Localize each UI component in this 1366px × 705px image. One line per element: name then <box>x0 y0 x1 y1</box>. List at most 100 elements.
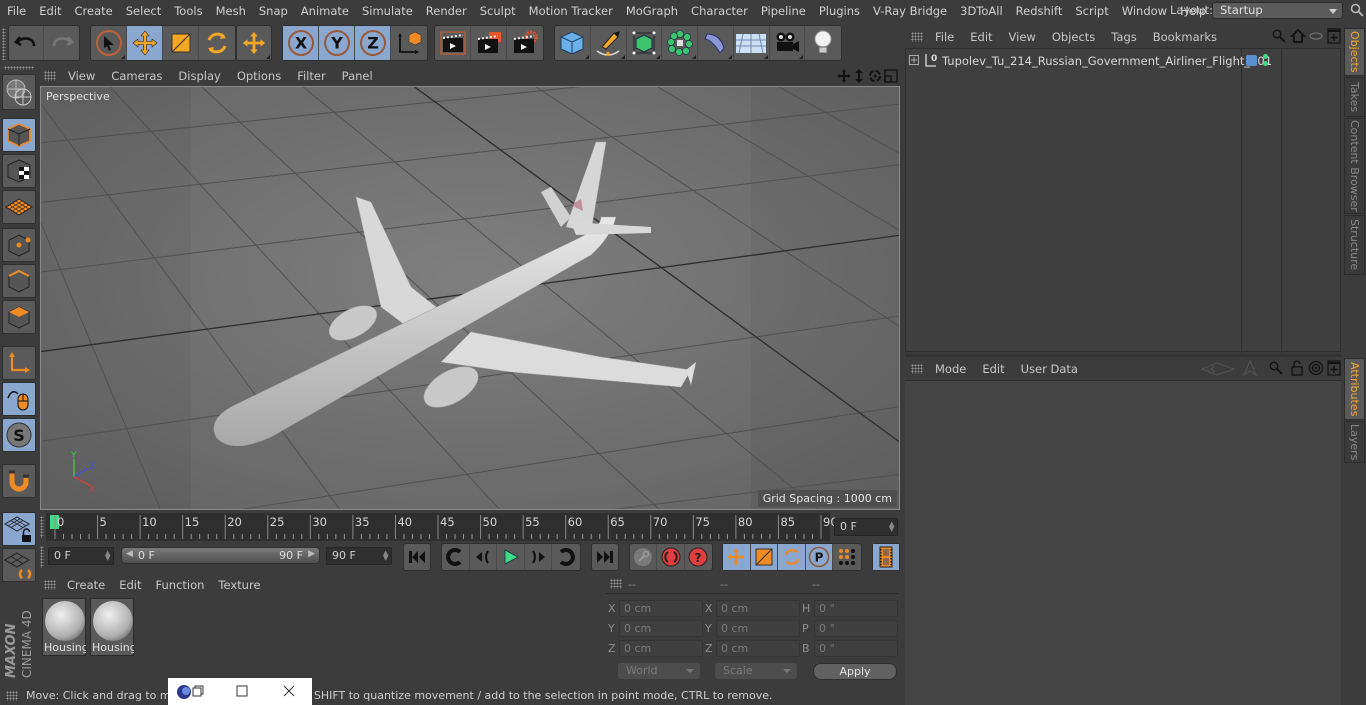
light-button[interactable] <box>805 26 841 60</box>
current-frame-field[interactable]: 0 F ▲ ▼ <box>834 518 898 536</box>
apply-button[interactable]: Apply <box>813 663 897 680</box>
menu-edit[interactable]: Edit <box>32 4 67 18</box>
size-x-field[interactable]: 0 cm <box>716 600 800 617</box>
material-menu-edit[interactable]: Edit <box>112 578 148 592</box>
tab-layers[interactable]: Layers <box>1344 421 1365 463</box>
tweak-mode-button[interactable] <box>2 382 36 416</box>
coordinate-system-button[interactable] <box>391 26 427 60</box>
start-frame-field[interactable]: 0 F ▲ ▼ <box>48 547 114 565</box>
tab-takes[interactable]: Takes <box>1344 77 1365 117</box>
pos-z-field[interactable]: 0 cm <box>619 640 703 657</box>
tab-attributes[interactable]: Attributes <box>1344 358 1365 420</box>
viewport-menu-options[interactable]: Options <box>229 69 289 83</box>
goto-end-button[interactable] <box>592 544 618 570</box>
render-visibility-dot[interactable] <box>1263 61 1268 66</box>
cloner-button[interactable] <box>662 26 698 60</box>
object-menu-view[interactable]: View <box>1001 30 1044 44</box>
search-icon[interactable] <box>1350 3 1364 17</box>
pen-spline-button[interactable] <box>591 26 627 60</box>
next-frame-button[interactable] <box>525 544 553 570</box>
object-menu-edit[interactable]: Edit <box>962 30 1000 44</box>
position-track-button[interactable] <box>723 544 751 570</box>
new-window-icon[interactable] <box>1327 28 1341 44</box>
viewport-menu-filter[interactable]: Filter <box>289 69 333 83</box>
viewport-menu-cameras[interactable]: Cameras <box>103 69 170 83</box>
parameter-track-button[interactable]: P <box>805 544 834 570</box>
filter-icon[interactable] <box>1309 31 1323 41</box>
move-button[interactable] <box>127 26 163 60</box>
tab-content-browser[interactable]: Content Browser <box>1344 118 1365 214</box>
render-picture-viewer-button[interactable] <box>471 26 507 60</box>
frame-range-slider[interactable]: ◀ 0 F 90 F ▶ <box>121 547 320 564</box>
tab-objects[interactable]: Objects <box>1344 28 1365 76</box>
menu-mesh[interactable]: Mesh <box>209 4 252 18</box>
material-menu-create[interactable]: Create <box>60 578 112 592</box>
lock-workplane-button[interactable] <box>2 512 36 546</box>
back-forward-icon[interactable] <box>1201 362 1235 376</box>
layout-dropdown[interactable]: Startup <box>1212 2 1343 19</box>
viewport-pan-icon[interactable] <box>836 68 852 84</box>
next-key-button[interactable] <box>552 544 580 570</box>
menu-3dtoall[interactable]: 3DToAll <box>953 4 1009 18</box>
rot-b-field[interactable]: 0 ° <box>814 640 898 657</box>
redo-button[interactable] <box>44 26 79 60</box>
layer-color-chip[interactable] <box>1246 55 1257 66</box>
attribute-manager-grip[interactable] <box>911 364 923 374</box>
menu-render[interactable]: Render <box>419 4 473 18</box>
timeline-window-button[interactable] <box>873 544 899 570</box>
texture-mode-button[interactable] <box>2 154 36 188</box>
expand-icon[interactable] <box>909 55 919 65</box>
play-button[interactable] <box>497 544 525 570</box>
viewport-grip[interactable] <box>44 71 56 81</box>
playback-grip[interactable] <box>40 546 44 568</box>
enable-axis-button[interactable] <box>2 346 36 380</box>
material-menu-texture[interactable]: Texture <box>211 578 267 592</box>
unlock-icon[interactable] <box>1291 360 1303 376</box>
y-axis-button[interactable]: Y <box>319 26 355 60</box>
object-menu-objects[interactable]: Objects <box>1044 30 1103 44</box>
material-menu-function[interactable]: Function <box>149 578 212 592</box>
coordinate-mode-dropdown[interactable]: Scale <box>715 663 797 679</box>
autokey-button[interactable] <box>657 544 685 570</box>
object-menu-bookmarks[interactable]: Bookmarks <box>1145 30 1225 44</box>
menu-character[interactable]: Character <box>684 4 754 18</box>
render-settings-button[interactable] <box>507 26 543 60</box>
undo-button[interactable] <box>9 26 45 60</box>
target-icon[interactable] <box>1308 360 1324 376</box>
restore-icon[interactable] <box>192 685 204 697</box>
range-left-arrow-icon[interactable]: ◀ <box>126 549 133 559</box>
model-mode-button[interactable] <box>2 118 36 152</box>
new-window-icon[interactable] <box>1327 360 1341 376</box>
cube-button[interactable] <box>555 26 591 60</box>
deformer-button[interactable] <box>698 26 734 60</box>
menu-select[interactable]: Select <box>119 4 167 18</box>
editor-visibility-dot[interactable] <box>1263 54 1268 59</box>
viewport-rotate-icon[interactable] <box>868 68 882 84</box>
left-toolbar-grip[interactable] <box>4 66 34 70</box>
menu-snap[interactable]: Snap <box>252 4 294 18</box>
object-menu-tags[interactable]: Tags <box>1103 30 1144 44</box>
menu-animate[interactable]: Animate <box>294 4 355 18</box>
search-icon[interactable] <box>1272 29 1286 43</box>
timeline-grip[interactable] <box>40 516 44 538</box>
viewport-menu-panel[interactable]: Panel <box>334 69 381 83</box>
rotation-track-button[interactable] <box>778 544 806 570</box>
record-keys-button[interactable] <box>630 544 658 570</box>
menu-window[interactable]: Window <box>1115 4 1173 18</box>
3d-viewport[interactable]: Y Z X Perspective Grid Spacing : 1000 cm <box>40 86 900 510</box>
scale-button[interactable] <box>163 26 199 60</box>
live-selection-button[interactable] <box>91 26 127 60</box>
menu-pipeline[interactable]: Pipeline <box>754 4 812 18</box>
keyframe-selection-button[interactable]: ? <box>685 544 712 570</box>
viewport-maximize-icon[interactable] <box>884 68 898 84</box>
attribute-menu-mode[interactable]: Mode <box>927 362 974 376</box>
home-icon[interactable] <box>1290 28 1306 44</box>
render-view-button[interactable] <box>435 26 471 60</box>
menu-plugins[interactable]: Plugins <box>812 4 866 18</box>
floor-button[interactable] <box>734 26 770 60</box>
menu-vray-bridge[interactable]: V-Ray Bridge <box>866 4 953 18</box>
up-arrow-icon[interactable] <box>1243 360 1257 376</box>
magnet-button[interactable] <box>2 464 36 498</box>
menu-create[interactable]: Create <box>68 4 119 18</box>
rot-h-field[interactable]: 0 ° <box>814 600 898 617</box>
